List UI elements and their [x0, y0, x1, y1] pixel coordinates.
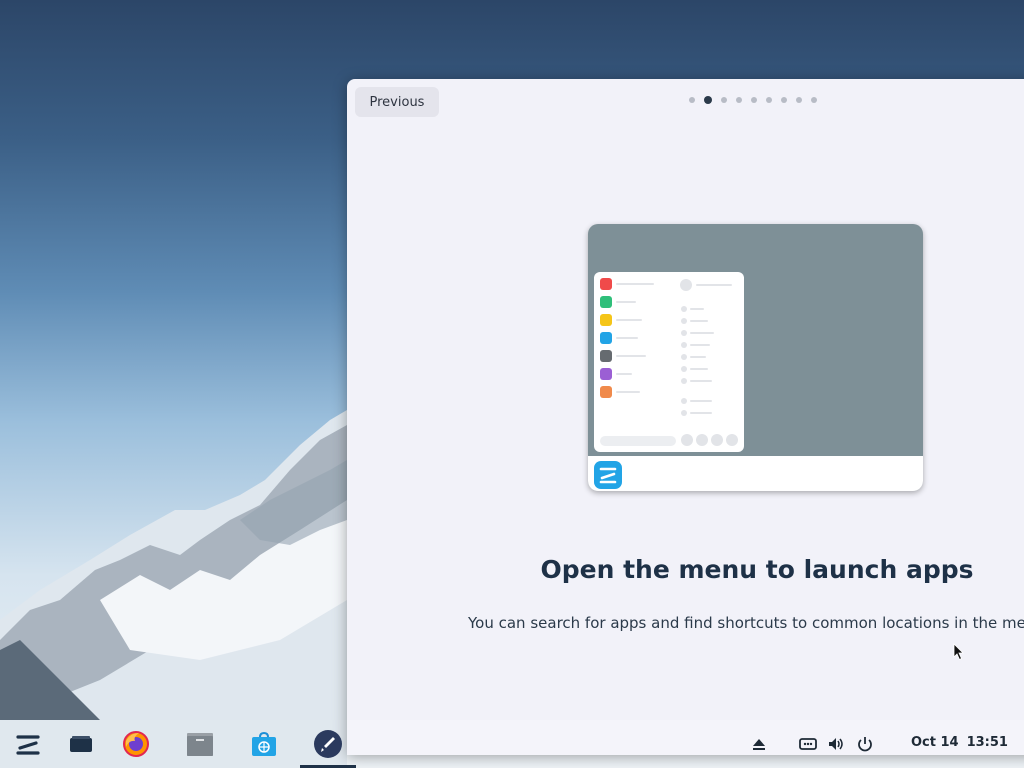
page-dot-active[interactable]: [704, 96, 712, 104]
page-indicator: [689, 96, 817, 105]
category-swatch: [600, 296, 612, 308]
zorin-menu-icon[interactable]: [13, 729, 43, 759]
page-dot[interactable]: [721, 97, 727, 103]
category-swatch: [600, 386, 612, 398]
clock-time: 13:51: [966, 735, 1008, 750]
mouse-cursor-icon: [953, 643, 965, 665]
firefox-icon[interactable]: [121, 729, 151, 759]
app-menu-mockup: [594, 272, 744, 452]
eject-icon[interactable]: [750, 736, 768, 752]
files-icon[interactable]: [185, 729, 215, 759]
clock[interactable]: Oct 14 13:51: [911, 735, 1008, 750]
zorin-logo-icon: [594, 461, 622, 489]
category-swatch: [600, 332, 612, 344]
category-swatch: [600, 314, 612, 326]
page-dot[interactable]: [811, 97, 817, 103]
welcome-tour-window: Previous Open the menu to launch apps Yo…: [347, 79, 1024, 755]
page-dot[interactable]: [766, 97, 772, 103]
category-swatch: [600, 278, 612, 290]
page-dot[interactable]: [781, 97, 787, 103]
menu-illustration: [588, 224, 923, 491]
page-title: Open the menu to launch apps: [540, 555, 974, 584]
category-swatch: [600, 368, 612, 380]
desktop-workspace-icon[interactable]: [66, 729, 96, 759]
page-description: You can search for apps and find shortcu…: [468, 614, 1024, 632]
category-swatch: [600, 350, 612, 362]
network-icon[interactable]: [799, 736, 817, 752]
page-dot[interactable]: [751, 97, 757, 103]
taskbar-mockup: [588, 456, 923, 491]
welcome-tour-icon[interactable]: [313, 729, 343, 759]
previous-button[interactable]: Previous: [355, 87, 439, 117]
page-dot[interactable]: [736, 97, 742, 103]
software-store-icon[interactable]: [249, 729, 279, 759]
volume-icon[interactable]: [827, 736, 845, 752]
clock-date: Oct 14: [911, 735, 959, 750]
page-dot[interactable]: [689, 97, 695, 103]
page-dot[interactable]: [796, 97, 802, 103]
power-icon[interactable]: [856, 736, 874, 752]
